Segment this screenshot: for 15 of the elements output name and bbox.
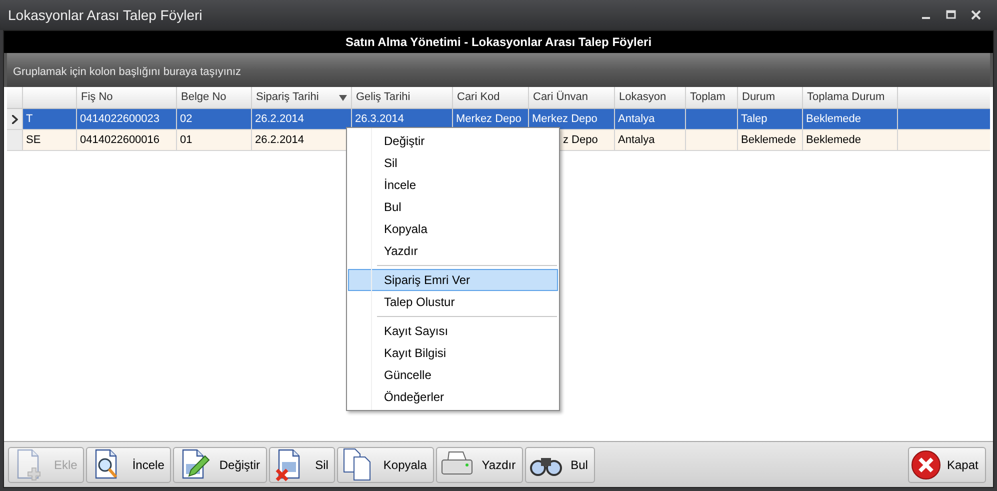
- window-title: Lokasyonlar Arası Talep Föyleri: [8, 6, 202, 25]
- table-cell: 0414022600023: [77, 109, 177, 129]
- table-cell: SE: [23, 130, 77, 150]
- table-cell: Antalya: [615, 109, 686, 129]
- table-cell: 0414022600016: [77, 130, 177, 150]
- table-cell: Beklemede: [803, 109, 898, 129]
- table-cell: 02: [177, 109, 252, 129]
- table-cell: Beklemede: [738, 130, 803, 150]
- table-cell: Beklemede: [803, 130, 898, 150]
- table-cell: Talep: [738, 109, 803, 129]
- table-cell: T: [23, 109, 77, 129]
- table-cell: 01: [177, 130, 252, 150]
- header-title: Satın Alma Yönetimi - Lokasyonlar Arası Talep Föyleri: [345, 34, 652, 51]
- group-hint: Gruplamak için kolon başlığını buraya taşıyınız: [13, 64, 242, 80]
- table-cell: Antalya: [615, 130, 686, 150]
